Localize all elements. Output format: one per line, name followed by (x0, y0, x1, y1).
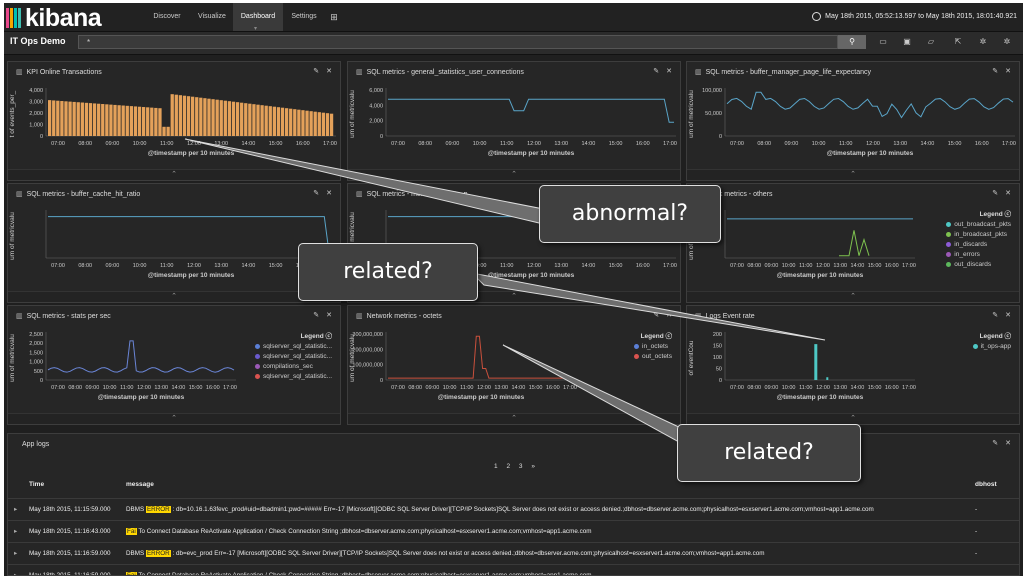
annotation-pointers (184, 138, 826, 448)
pointer-related-1 (470, 272, 826, 341)
callout-related-2: related? (677, 424, 861, 482)
pointer-abnormal (184, 138, 565, 228)
kibana-app: kibana Discover Visualize Dashboard ▾ Se… (4, 3, 1023, 576)
pointer-related-2 (502, 344, 697, 448)
callout-related-1: related? (298, 243, 478, 301)
callout-abnormal: abnormal? (539, 185, 721, 243)
